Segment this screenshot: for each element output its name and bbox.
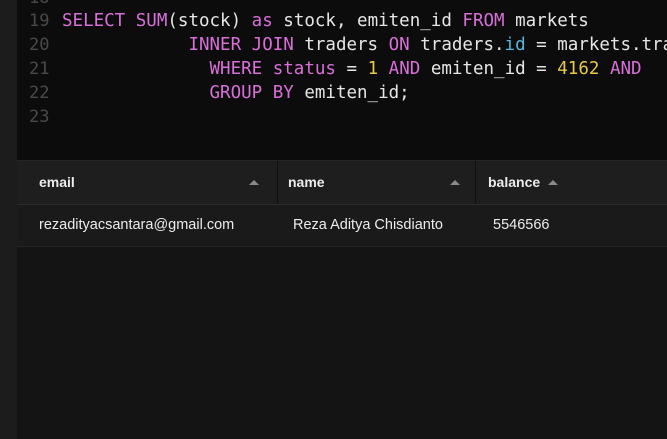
line-number: 21 [29, 59, 50, 79]
code-token: emiten_id = [430, 59, 558, 79]
app-window: 1819SELECT SUM(stock) as stock, emiten_i… [0, 0, 667, 439]
line-number: 22 [29, 83, 50, 103]
code-token: (stock) [167, 11, 252, 31]
line-number: 20 [29, 35, 50, 55]
code-text[interactable]: WHERE status = 1 AND emiten_id = 4162 AN… [62, 57, 642, 81]
code-token: AND [388, 59, 431, 79]
cell-balance[interactable]: 5546566 [493, 205, 549, 246]
code-token: stock, emiten_id [283, 11, 463, 31]
code-text[interactable]: INNER JOIN traders ON traders.id = marke… [62, 33, 667, 57]
code-token: markets [515, 11, 589, 31]
code-text[interactable]: GROUP BY emiten_id; [62, 81, 410, 105]
code-token: 4162 [557, 59, 610, 79]
code-token: WHERE [209, 59, 273, 79]
code-token: status [272, 59, 347, 79]
column-header-label: email [39, 174, 75, 190]
line-number: 19 [29, 11, 50, 31]
code-text[interactable]: SELECT SUM(stock) as stock, emiten_id FR… [62, 9, 589, 33]
code-token: FROM [462, 11, 516, 31]
column-header-name[interactable]: name [278, 161, 475, 204]
column-header-email[interactable]: email [17, 161, 277, 204]
code-token: emiten_id; [304, 83, 410, 103]
code-token: 1 [367, 59, 389, 79]
code-token: INNER JOIN [188, 35, 305, 55]
sort-ascending-icon[interactable] [450, 180, 460, 185]
code-token: as [251, 11, 284, 31]
code-token: = markets.trader_id [536, 35, 667, 55]
code-token: id [504, 35, 526, 55]
code-token: GROUP BY [209, 83, 305, 103]
column-header-label: balance [488, 174, 541, 190]
code-token: = [346, 59, 368, 79]
sort-ascending-icon[interactable] [548, 180, 558, 185]
results-header: email name balance [17, 161, 667, 205]
cell-email[interactable]: rezadityacsantara@gmail.com [39, 205, 234, 246]
left-sidebar-strip [0, 0, 17, 439]
code-token: SELECT [62, 11, 136, 31]
line-number: 23 [29, 107, 50, 127]
code-token: traders. [420, 35, 505, 55]
sort-ascending-icon[interactable] [249, 180, 259, 185]
code-token: SUM [135, 11, 168, 31]
table-row[interactable]: rezadityacsantara@gmail.com Reza Aditya … [17, 205, 667, 247]
code-token: traders [304, 35, 389, 55]
cell-name[interactable]: Reza Aditya Chisdianto [293, 205, 443, 246]
column-header-balance[interactable]: balance [476, 161, 667, 204]
column-header-label: name [288, 174, 325, 190]
results-grid: email name balance rezadityacsantara@gma… [17, 161, 667, 439]
sql-editor[interactable]: 1819SELECT SUM(stock) as stock, emiten_i… [17, 0, 667, 160]
code-token: ON [388, 35, 421, 55]
code-token: AND [609, 59, 642, 79]
